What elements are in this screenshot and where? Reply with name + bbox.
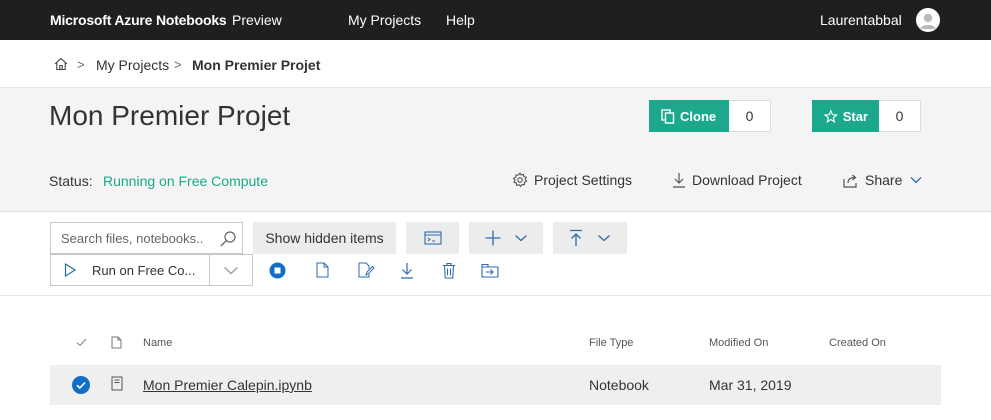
clone-group: Clone 0	[649, 100, 771, 132]
clone-label: Clone	[680, 108, 717, 124]
column-header-created-on[interactable]: Created On	[829, 337, 886, 349]
row-selected-checkbox[interactable]	[72, 376, 90, 394]
download-icon	[401, 262, 413, 279]
page-title: Mon Premier Projet	[49, 100, 291, 131]
chevron-down-icon	[598, 235, 610, 242]
chevron-down-icon	[224, 266, 239, 274]
folder-move-icon	[481, 263, 499, 278]
home-icon[interactable]	[53, 56, 69, 72]
nav-link-help[interactable]: Help	[446, 12, 475, 28]
run-button[interactable]: Run on Free Co...	[51, 255, 211, 285]
avatar[interactable]	[916, 8, 940, 32]
download-project-button[interactable]: Download Project	[672, 172, 802, 188]
file-type: Notebook	[589, 377, 649, 393]
status-label: Status:	[49, 173, 93, 189]
project-settings-label: Project Settings	[534, 172, 633, 188]
share-icon	[843, 174, 857, 188]
clone-count: 0	[729, 100, 771, 132]
terminal-button[interactable]	[406, 222, 459, 254]
breadcrumb: > My Projects > Mon Premier Projet	[0, 40, 991, 88]
user-name[interactable]: Laurentabbal	[820, 12, 902, 28]
download-button[interactable]	[398, 261, 416, 279]
edit-icon	[358, 262, 375, 278]
download-project-label: Download Project	[692, 172, 802, 188]
user-avatar-icon	[920, 13, 936, 29]
run-compute-selector: Run on Free Co...	[50, 254, 253, 286]
column-header-name[interactable]: Name	[143, 337, 172, 349]
new-file-button[interactable]	[313, 261, 331, 279]
new-item-dropdown-button[interactable]	[469, 222, 543, 254]
status-value: Running on Free Compute	[103, 173, 268, 189]
column-header-modified-on[interactable]: Modified On	[709, 337, 768, 349]
breadcrumb-separator: >	[174, 57, 182, 72]
file-type-icon	[111, 336, 122, 349]
star-label: Star	[842, 108, 868, 124]
share-label: Share	[865, 172, 903, 188]
project-settings-button[interactable]: Project Settings	[512, 172, 632, 188]
nav-link-my-projects[interactable]: My Projects	[348, 12, 421, 28]
move-button[interactable]	[481, 261, 499, 279]
show-hidden-items-button[interactable]: Show hidden items	[253, 222, 396, 254]
breadcrumb-separator: >	[77, 57, 85, 72]
project-header: Mon Premier Projet Clone 0 Star 0 Status…	[0, 88, 991, 212]
select-all-checkmark-icon[interactable]	[76, 338, 87, 347]
checkmark-icon	[76, 381, 86, 390]
star-group: Star 0	[812, 100, 921, 132]
breadcrumb-current-project: Mon Premier Projet	[192, 57, 321, 73]
gear-icon	[512, 172, 528, 188]
brand-title[interactable]: Microsoft Azure Notebooks	[50, 12, 227, 28]
chevron-down-icon	[515, 235, 527, 242]
file-name-link[interactable]: Mon Premier Calepin.ipynb	[143, 377, 312, 393]
breadcrumb-my-projects[interactable]: My Projects	[96, 57, 169, 73]
stop-icon	[269, 262, 285, 278]
file-list-header: Name File Type Modified On Created On	[50, 326, 941, 360]
star-button[interactable]: Star	[812, 100, 879, 132]
download-icon	[673, 173, 685, 188]
copy-icon	[661, 108, 675, 124]
modified-date: Mar 31, 2019	[709, 377, 792, 393]
star-count: 0	[879, 100, 921, 132]
run-label: Run on Free Co...	[92, 262, 196, 278]
search-box	[50, 222, 243, 254]
table-row[interactable]: Mon Premier Calepin.ipynb Notebook Mar 3…	[50, 365, 941, 405]
stop-button[interactable]	[268, 261, 286, 279]
column-header-file-type[interactable]: File Type	[589, 337, 633, 349]
upload-icon	[570, 229, 582, 246]
run-dropdown-button[interactable]	[210, 255, 252, 285]
plus-icon	[485, 230, 501, 246]
top-nav-bar: Microsoft Azure Notebooks Preview My Pro…	[0, 0, 991, 40]
star-icon	[824, 108, 838, 123]
search-icon[interactable]	[219, 230, 237, 248]
delete-button[interactable]	[440, 261, 458, 279]
chevron-down-icon	[910, 177, 922, 184]
terminal-icon	[423, 231, 442, 245]
preview-label: Preview	[232, 12, 282, 28]
notebook-icon	[111, 376, 123, 391]
trash-icon	[443, 262, 455, 279]
upload-dropdown-button[interactable]	[553, 222, 627, 254]
edit-file-button[interactable]	[357, 261, 375, 279]
file-icon	[316, 262, 328, 278]
clone-button[interactable]: Clone	[649, 100, 729, 132]
share-button[interactable]: Share	[843, 172, 922, 188]
play-icon	[64, 263, 76, 277]
search-input[interactable]	[51, 223, 221, 253]
file-toolbar: Show hidden items Run on Free Co...	[0, 212, 991, 296]
